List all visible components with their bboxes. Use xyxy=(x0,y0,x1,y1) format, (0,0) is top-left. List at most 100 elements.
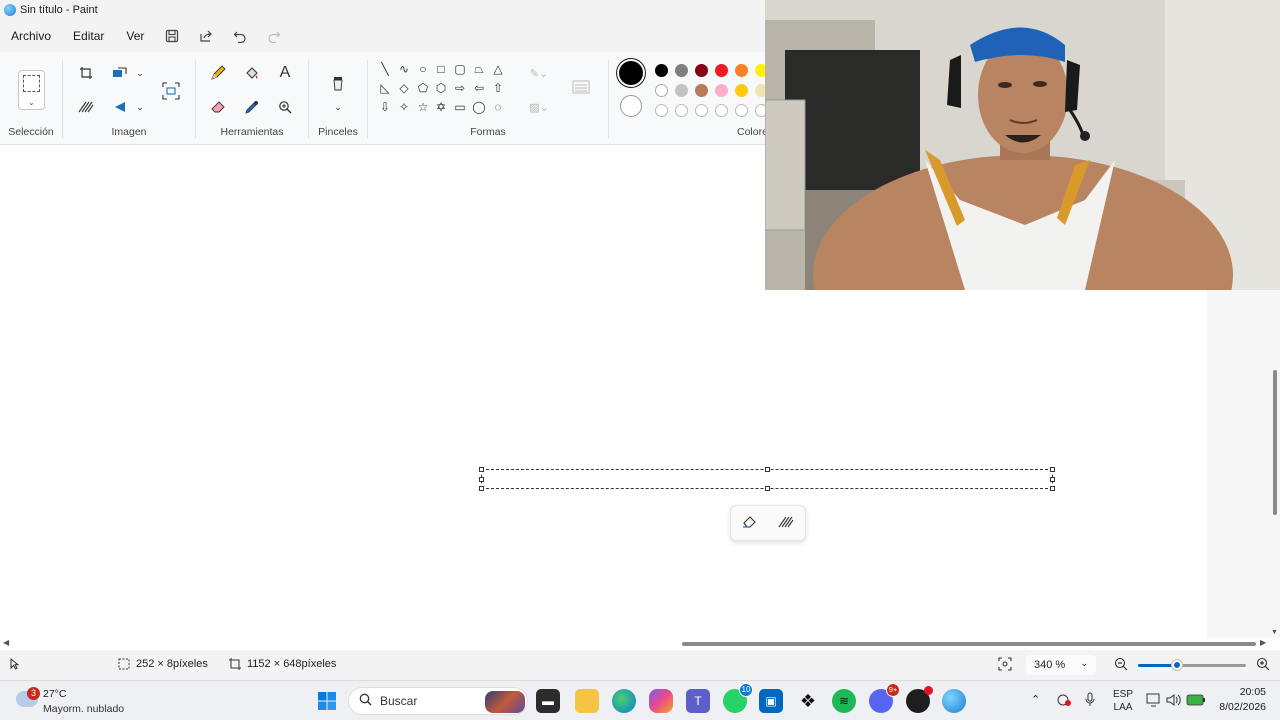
arrow-up-shape-icon[interactable]: ⇧ xyxy=(489,79,507,97)
secondary-color-swatch[interactable] xyxy=(620,95,642,117)
arrow-left-shape-icon[interactable]: ⇦ xyxy=(470,79,488,97)
zoom-slider[interactable] xyxy=(1138,660,1246,670)
arrow-down-shape-icon[interactable]: ⇩ xyxy=(376,98,394,116)
system-clock[interactable]: 20:05 8/02/2026 xyxy=(1219,685,1266,715)
remove-background-icon[interactable] xyxy=(73,94,99,120)
copilot-icon[interactable] xyxy=(649,689,673,713)
terminal-app-icon[interactable]: ▬ xyxy=(536,689,560,713)
brush-chevron-icon[interactable]: ⌄ xyxy=(325,94,351,120)
taskbar-search-box[interactable]: Buscar xyxy=(348,687,528,715)
magnifier-icon[interactable] xyxy=(272,94,298,120)
resize-handle[interactable] xyxy=(765,486,770,491)
resize-handle[interactable] xyxy=(479,477,484,482)
line-shape-icon[interactable]: ╲ xyxy=(376,60,394,78)
rotate-chevron-icon[interactable]: ⌄ xyxy=(127,94,153,120)
edge-browser-icon[interactable] xyxy=(612,689,636,713)
primary-color-swatch[interactable] xyxy=(619,61,643,85)
share-icon[interactable] xyxy=(189,20,223,52)
triangle-shape-icon[interactable]: △ xyxy=(489,60,507,78)
image-generate-icon[interactable] xyxy=(158,78,184,104)
arrow-right-shape-icon[interactable]: ⇨ xyxy=(451,79,469,97)
microphone-icon[interactable] xyxy=(1085,692,1095,711)
selection-rectangle[interactable] xyxy=(479,467,1055,491)
microsoft-store-icon[interactable]: ▣ xyxy=(759,689,783,713)
horizontal-scrollbar-thumb[interactable] xyxy=(682,642,1256,646)
file-explorer-icon[interactable] xyxy=(575,689,599,713)
callout-rect-shape-icon[interactable]: ▭ xyxy=(451,98,469,116)
curve-shape-icon[interactable]: ∿ xyxy=(395,60,413,78)
color-picker-icon[interactable] xyxy=(239,94,265,120)
remove-background-icon[interactable] xyxy=(778,516,794,531)
hexagon-shape-icon[interactable]: ⬡ xyxy=(432,79,450,97)
show-hidden-icons-icon[interactable]: ⌃ xyxy=(1031,693,1040,706)
network-status-icon[interactable] xyxy=(1056,693,1072,710)
windows-start-icon[interactable] xyxy=(315,689,339,713)
vertical-scrollbar-thumb[interactable] xyxy=(1273,370,1277,515)
custom-color-slot[interactable] xyxy=(655,104,668,117)
color-swatch[interactable] xyxy=(675,64,688,77)
resize-handle[interactable] xyxy=(1050,477,1055,482)
zoom-slider-knob[interactable] xyxy=(1171,660,1182,670)
right-triangle-shape-icon[interactable]: ◺ xyxy=(376,79,394,97)
pentagon-shape-icon[interactable]: ⬠ xyxy=(414,79,432,97)
dropbox-icon[interactable]: ❖ xyxy=(796,689,820,713)
resize-handle[interactable] xyxy=(1050,486,1055,491)
color-swatch[interactable] xyxy=(735,64,748,77)
diamond-shape-icon[interactable]: ◇ xyxy=(395,79,413,97)
outline-icon[interactable]: ✎⌄ xyxy=(526,60,552,86)
erase-selection-icon[interactable] xyxy=(742,514,757,532)
select-tool-button[interactable]: ⌄ xyxy=(18,70,45,110)
color-swatch[interactable] xyxy=(655,64,668,77)
paint-taskbar-icon[interactable] xyxy=(942,689,966,713)
custom-color-slot[interactable] xyxy=(715,104,728,117)
oval-shape-icon[interactable]: ○ xyxy=(414,60,432,78)
shape-size-icon[interactable] xyxy=(568,74,594,100)
resize-handle[interactable] xyxy=(765,467,770,472)
color-swatch[interactable] xyxy=(735,84,748,97)
color-swatch[interactable] xyxy=(675,84,688,97)
spotify-icon[interactable]: ≋ xyxy=(832,689,856,713)
scroll-right-arrow-icon[interactable]: ▶ xyxy=(1260,638,1266,647)
text-tool-icon[interactable]: A xyxy=(272,60,298,86)
star-six-shape-icon[interactable]: ✡ xyxy=(432,98,450,116)
callout-oval-shape-icon[interactable]: ◯ xyxy=(470,98,488,116)
color-swatch[interactable] xyxy=(695,64,708,77)
resize-handle[interactable] xyxy=(1050,467,1055,472)
eraser-icon[interactable] xyxy=(205,94,231,120)
menu-archivo[interactable]: Archivo xyxy=(0,20,62,52)
fill-icon[interactable]: ▨⌄ xyxy=(526,94,552,120)
display-icon[interactable] xyxy=(1146,693,1162,710)
zoom-level-dropdown[interactable]: 340 % ⌄ xyxy=(1026,655,1096,675)
teams-icon[interactable]: T xyxy=(686,689,710,713)
color-swatch[interactable] xyxy=(655,84,668,97)
star-five-shape-icon[interactable]: ☆ xyxy=(414,98,432,116)
vertical-scrollbar[interactable]: ▼ xyxy=(1270,290,1280,638)
custom-color-slot[interactable] xyxy=(735,104,748,117)
resize-handle[interactable] xyxy=(479,486,484,491)
scroll-left-arrow-icon[interactable]: ◀ xyxy=(3,638,9,647)
color-swatch[interactable] xyxy=(715,64,728,77)
weather-widget[interactable]: 3 27°C Mayorm. nublado xyxy=(16,685,136,717)
redo-icon[interactable] xyxy=(257,20,291,52)
input-language-indicator[interactable]: ESP LAA xyxy=(1113,688,1133,714)
whatsapp-icon[interactable]: 10 xyxy=(723,683,753,713)
discord-icon[interactable]: 9+ xyxy=(869,683,900,713)
fill-bucket-icon[interactable] xyxy=(239,60,265,86)
volume-icon[interactable] xyxy=(1166,693,1182,710)
zoom-in-icon[interactable] xyxy=(1256,657,1270,671)
zoom-out-icon[interactable] xyxy=(1114,657,1128,671)
rounded-rectangle-shape-icon[interactable]: ▢ xyxy=(451,60,469,78)
polygon-shape-icon[interactable]: ⏢ xyxy=(470,60,488,78)
pencil-icon[interactable] xyxy=(205,60,231,86)
resize-handle[interactable] xyxy=(479,467,484,472)
scroll-down-arrow-icon[interactable]: ▼ xyxy=(1271,629,1278,636)
obs-studio-icon[interactable] xyxy=(906,686,933,713)
undo-icon[interactable] xyxy=(223,20,257,52)
save-icon[interactable] xyxy=(155,20,189,52)
callout-cloud-shape-icon[interactable]: ◌ xyxy=(489,98,507,116)
star-four-shape-icon[interactable]: ✧ xyxy=(395,98,413,116)
resize-chevron-icon[interactable]: ⌄ xyxy=(127,60,153,86)
rectangle-shape-icon[interactable]: □ xyxy=(432,60,450,78)
color-swatch[interactable] xyxy=(695,84,708,97)
menu-editar[interactable]: Editar xyxy=(62,20,115,52)
